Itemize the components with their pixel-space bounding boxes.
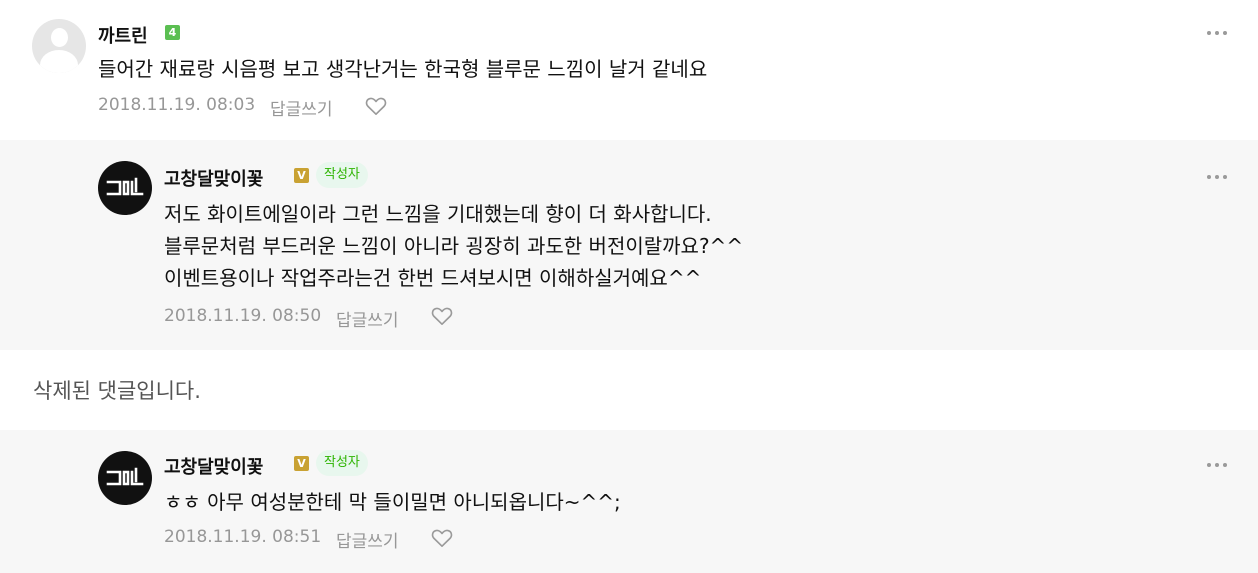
member-grade-icon: V: [294, 456, 309, 471]
reply-date: 2018.11.19. 08:50: [164, 306, 322, 326]
comment-item: 까트린 4 들어간 재료랑 시음평 보고 생각난거는 한국형 블루문 느낌이 날…: [0, 0, 1258, 140]
heart-icon[interactable]: [431, 528, 453, 548]
more-options-icon[interactable]: [1207, 29, 1229, 37]
reply-text-line: 이벤트용이나 작업주라는건 한번 드셔보시면 이해하실거예요^^: [164, 266, 702, 290]
comment-nickname[interactable]: 까트린: [98, 22, 148, 48]
author-badge: 작성자: [316, 162, 368, 188]
reply-nickname[interactable]: 고창달맞이꽃: [164, 453, 263, 479]
reply-text-line: ㅎㅎ 아무 여성분한테 막 들이밀면 아니되옵니다~^^;: [164, 490, 621, 514]
member-grade-icon: V: [294, 168, 309, 183]
reply-date: 2018.11.19. 08:51: [164, 527, 322, 547]
avatar[interactable]: [98, 161, 152, 215]
reply-text-line: 저도 화이트에일이라 그런 느낌을 기대했는데 향이 더 화사합니다.: [164, 202, 712, 226]
comment-text: 들어간 재료랑 시음평 보고 생각난거는 한국형 블루문 느낌이 날거 같네요: [98, 57, 708, 81]
avatar[interactable]: [98, 451, 152, 505]
member-grade-icon: 4: [165, 25, 180, 40]
reply-item: 고창달맞이꽃 V 작성자 저도 화이트에일이라 그런 느낌을 기대했는데 향이 …: [0, 140, 1258, 350]
heart-icon[interactable]: [431, 306, 453, 326]
heart-icon[interactable]: [365, 96, 387, 116]
comment-date: 2018.11.19. 08:03: [98, 95, 256, 115]
reply-button[interactable]: 답글쓰기: [270, 95, 333, 120]
reply-button[interactable]: 답글쓰기: [336, 527, 399, 552]
deleted-comment-text: 삭제된 댓글입니다.: [33, 379, 201, 403]
author-badge: 작성자: [316, 450, 368, 476]
reply-item: 고창달맞이꽃 V 작성자 ㅎㅎ 아무 여성분한테 막 들이밀면 아니되옵니다~^…: [0, 430, 1258, 573]
reply-button[interactable]: 답글쓰기: [336, 306, 399, 331]
deleted-comment: 삭제된 댓글입니다.: [0, 350, 1258, 430]
avatar[interactable]: [32, 19, 86, 73]
more-options-icon[interactable]: [1207, 173, 1229, 181]
more-options-icon[interactable]: [1207, 461, 1229, 469]
reply-nickname[interactable]: 고창달맞이꽃: [164, 165, 263, 191]
reply-text-line: 블루문처럼 부드러운 느낌이 아니라 굉장히 과도한 버전이랄까요?^^: [164, 234, 744, 258]
